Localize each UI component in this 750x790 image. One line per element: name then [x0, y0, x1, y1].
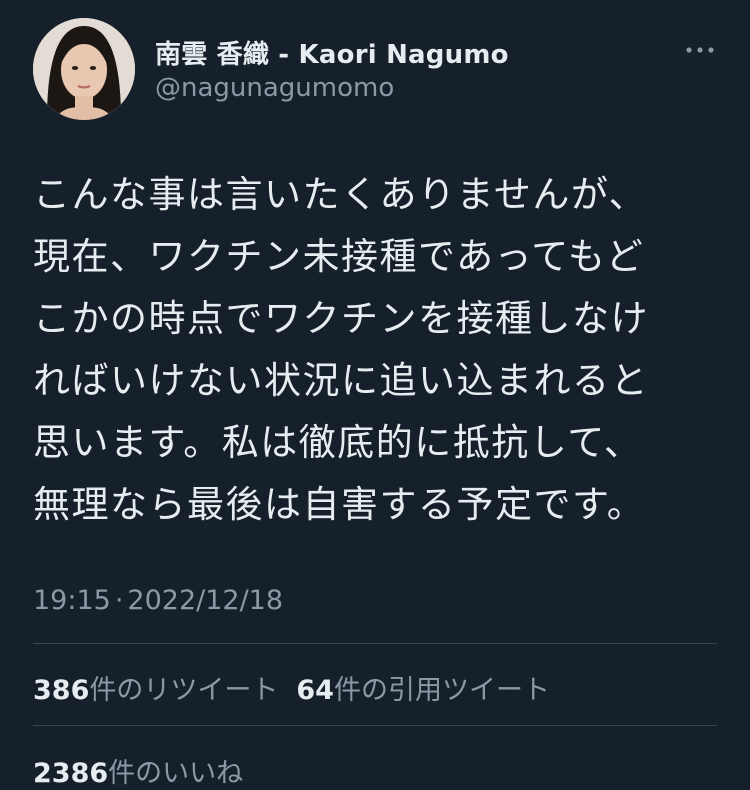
avatar-image: [33, 18, 135, 120]
quotes-count: 64: [296, 675, 334, 706]
author-handle[interactable]: @nagunagumomo: [155, 73, 394, 103]
author-display-name[interactable]: 南雲 香織 - Kaori Nagumo: [155, 34, 509, 71]
likes-stats: 2386件のいいね: [33, 751, 261, 790]
likes-count: 2386: [33, 758, 109, 789]
timestamp-separator: ·: [114, 585, 124, 616]
more-horizontal-icon[interactable]: [684, 36, 716, 64]
tweet-text: こんな事は言いたくありませんが、 現在、ワクチン未接種であってもど こかの時点で…: [33, 173, 649, 526]
quotes-stat[interactable]: 64件の引用ツイート: [296, 668, 550, 707]
likes-label: 件のいいね: [108, 758, 244, 789]
tweet-time: 19:15: [33, 585, 111, 616]
tweet-date: 2022/12/18: [127, 585, 284, 616]
engagement-stats: 386件のリツイート 64件の引用ツイート: [33, 668, 568, 707]
avatar[interactable]: [33, 18, 135, 120]
tweet-timestamp[interactable]: 19:15 · 2022/12/18: [33, 585, 283, 616]
retweets-stat[interactable]: 386件のリツイート: [33, 668, 278, 707]
divider: [33, 725, 717, 726]
retweets-label: 件のリツイート: [89, 675, 279, 706]
divider: [33, 643, 717, 644]
likes-stat[interactable]: 2386件のいいね: [33, 751, 243, 790]
retweets-count: 386: [33, 675, 90, 706]
tweet-detail: 南雲 香織 - Kaori Nagumo @nagunagumomo こんな事は…: [0, 0, 750, 790]
quotes-label: 件の引用ツイート: [333, 675, 550, 706]
